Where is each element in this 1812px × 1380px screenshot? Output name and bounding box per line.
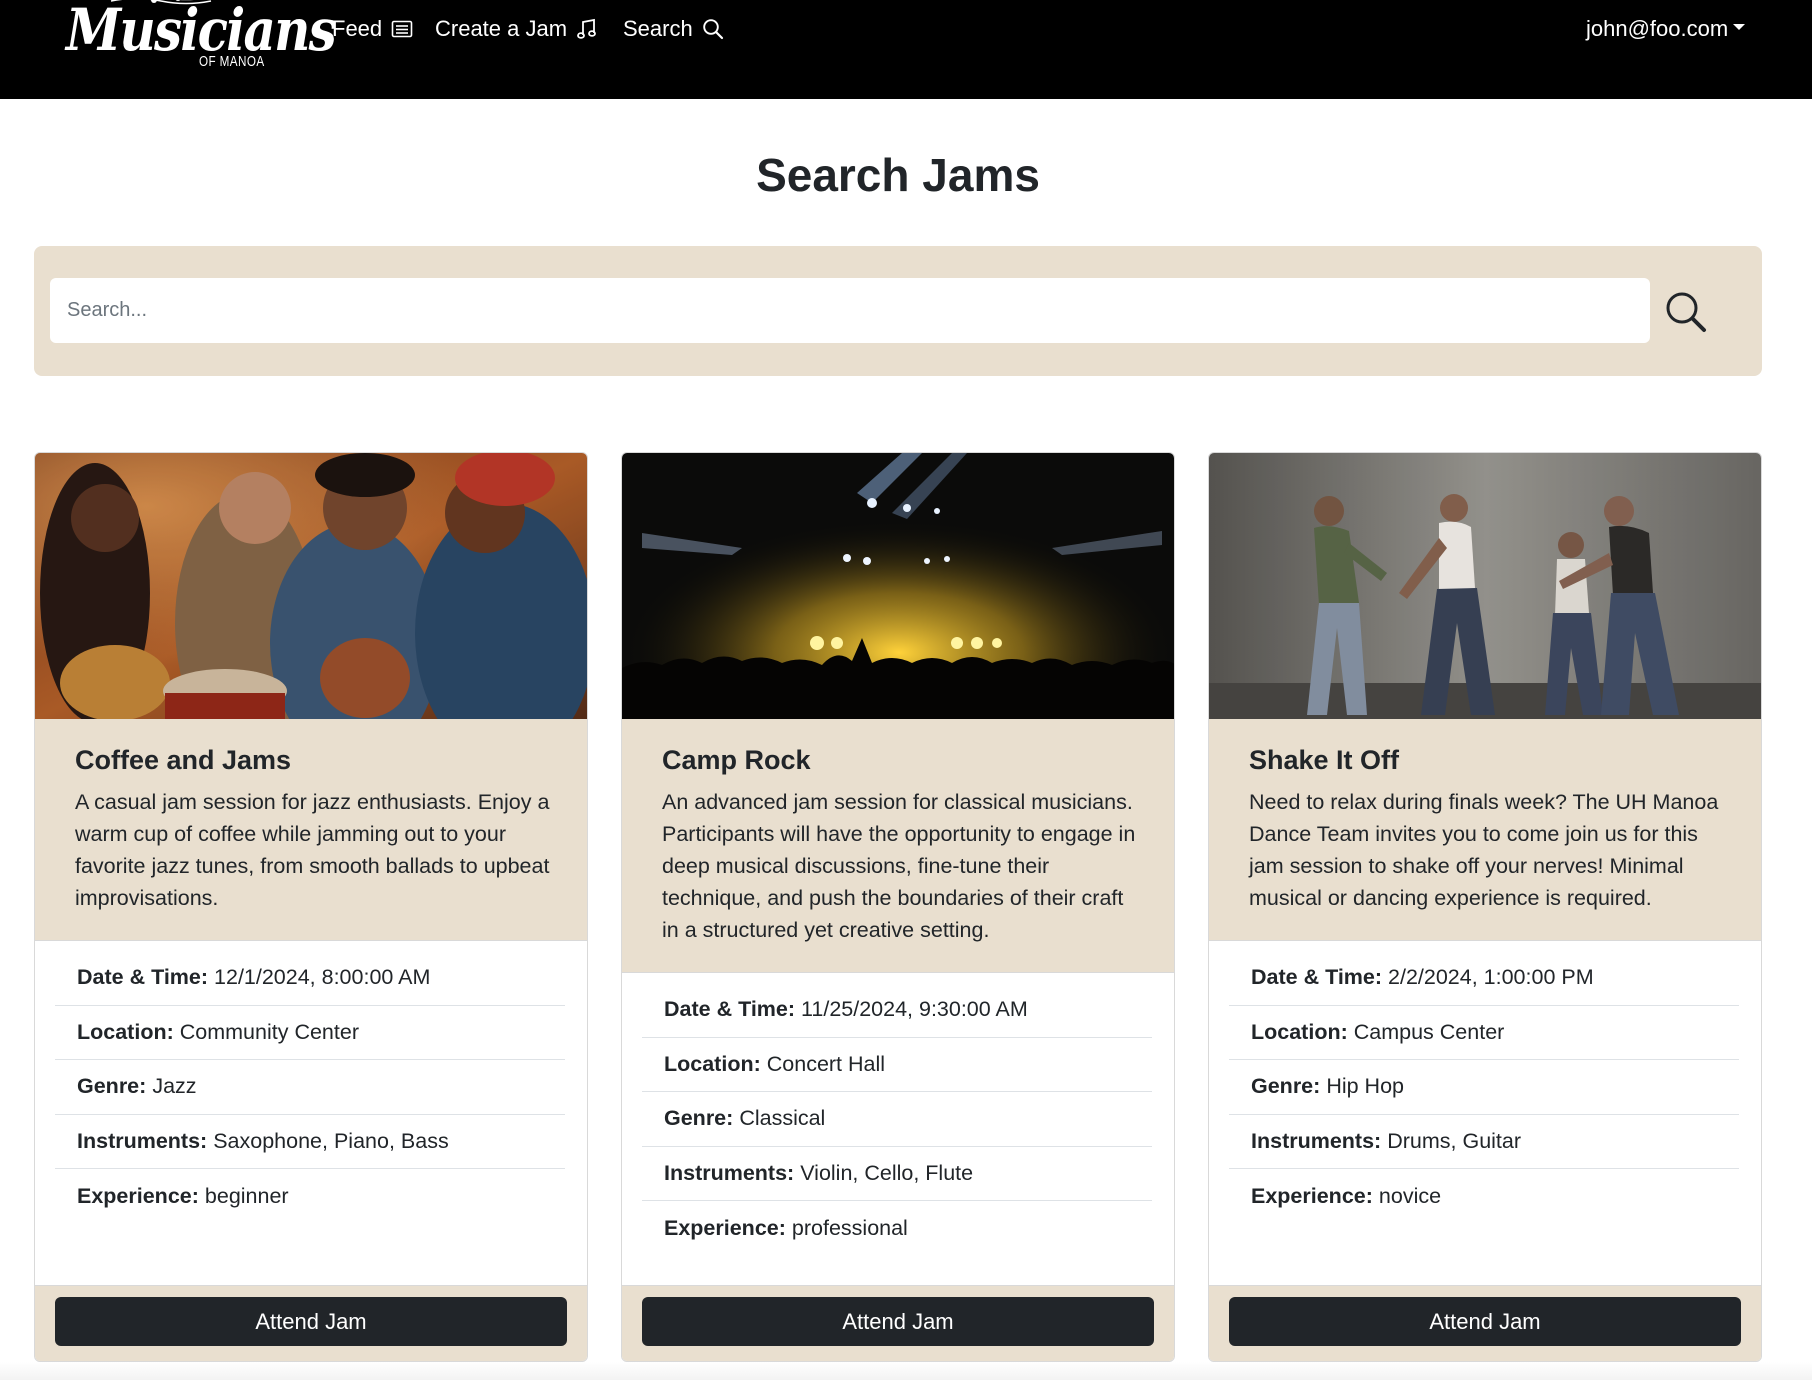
detail-value: 2/2/2024, 1:00:00 PM (1388, 965, 1594, 990)
nav-feed-label: Feed (332, 16, 383, 41)
jam-card-body: Camp Rock An advanced jam session for cl… (622, 719, 1174, 973)
jam-details-list: Date & Time: 2/2/2024, 1:00:00 PM Locatio… (1209, 941, 1761, 1285)
detail-label: Location: (1251, 1019, 1348, 1044)
jam-card: Shake It Off Need to relax during finals… (1208, 452, 1762, 1362)
nav-create-jam-link[interactable]: Create a Jam (435, 12, 598, 46)
detail-value: beginner (204, 1183, 289, 1208)
brand-logo[interactable]: Musicians OF MANOA (66, 0, 337, 76)
jam-detail-instruments: Instruments: Drums, Guitar (1229, 1115, 1739, 1169)
navbar: Musicians OF MANOA Feed Create a Jam Sea… (0, 0, 1812, 99)
detail-value: Violin, Cello, Flute (800, 1160, 974, 1185)
user-menu-dropdown[interactable]: john@foo.com (1586, 12, 1746, 46)
detail-value: Hip Hop (1326, 1074, 1404, 1099)
attend-jam-button[interactable]: Attend Jam (642, 1297, 1154, 1346)
detail-label: Genre: (1251, 1074, 1321, 1099)
detail-label: Experience: (664, 1215, 786, 1240)
jam-detail-datetime: Date & Time: 2/2/2024, 1:00:00 PM (1229, 951, 1739, 1006)
search-icon (702, 18, 724, 40)
jam-detail-datetime: Date & Time: 11/25/2024, 9:30:00 AM (642, 983, 1152, 1038)
detail-label: Genre: (664, 1106, 734, 1131)
page-bottom-edge (0, 1362, 1812, 1380)
detail-label: Experience: (1251, 1183, 1373, 1208)
jam-detail-location: Location: Community Center (55, 1006, 565, 1060)
jam-detail-instruments: Instruments: Saxophone, Piano, Bass (55, 1115, 565, 1169)
detail-label: Experience: (77, 1183, 199, 1208)
detail-value: novice (1378, 1183, 1442, 1208)
nav-search-link[interactable]: Search (623, 12, 724, 46)
jam-card-footer: Attend Jam (622, 1285, 1174, 1361)
brand-subtitle: OF MANOA (199, 53, 265, 70)
detail-value: Jazz (152, 1074, 197, 1099)
jam-description: A casual jam session for jazz enthusiast… (75, 790, 550, 910)
jam-detail-genre: Genre: Jazz (55, 1060, 565, 1115)
jam-image (622, 453, 1174, 719)
caret-down-icon (1733, 24, 1746, 30)
jam-detail-instruments: Instruments: Violin, Cello, Flute (642, 1147, 1152, 1201)
music-note-icon (576, 18, 598, 40)
nav-create-label: Create a Jam (435, 16, 568, 41)
search-icon (1666, 292, 1706, 332)
detail-label: Date & Time: (1251, 965, 1383, 990)
detail-value: professional (791, 1215, 908, 1240)
nav-feed-link[interactable]: Feed (332, 12, 413, 46)
jam-details-list: Date & Time: 12/1/2024, 8:00:00 AM Locati… (35, 941, 587, 1285)
detail-value: Drums, Guitar (1387, 1128, 1522, 1153)
jam-card: Camp Rock An advanced jam session for cl… (621, 452, 1175, 1362)
jam-image (35, 453, 587, 719)
jam-detail-location: Location: Campus Center (1229, 1006, 1739, 1060)
attend-jam-button[interactable]: Attend Jam (55, 1297, 567, 1346)
search-input[interactable] (50, 278, 1650, 343)
nav-search-label: Search (623, 16, 693, 41)
detail-value: Campus Center (1353, 1019, 1505, 1044)
search-panel (34, 246, 1762, 376)
attend-jam-button[interactable]: Attend Jam (1229, 1297, 1741, 1346)
detail-label: Date & Time: (664, 997, 796, 1022)
jam-card: Coffee and Jams A casual jam session for… (34, 452, 588, 1362)
jam-title: Coffee and Jams (75, 745, 292, 775)
jam-detail-experience: Experience: professional (642, 1201, 1152, 1256)
search-button[interactable] (1656, 282, 1716, 342)
jam-detail-genre: Genre: Classical (642, 1092, 1152, 1147)
detail-label: Genre: (77, 1074, 147, 1099)
jam-card-body: Shake It Off Need to relax during finals… (1209, 719, 1761, 941)
detail-label: Date & Time: (77, 965, 209, 990)
jam-description: Need to relax during finals week? The UH… (1249, 790, 1719, 910)
jam-detail-location: Location: Concert Hall (642, 1038, 1152, 1092)
detail-label: Instruments: (664, 1160, 795, 1185)
detail-value: Concert Hall (766, 1051, 886, 1076)
jam-card-footer: Attend Jam (35, 1285, 587, 1361)
detail-value: 12/1/2024, 8:00:00 AM (214, 965, 431, 990)
user-email: john@foo.com (1586, 16, 1729, 41)
jam-detail-genre: Genre: Hip Hop (1229, 1060, 1739, 1115)
detail-value: Classical (739, 1106, 826, 1131)
detail-label: Location: (664, 1051, 761, 1076)
page-title: Search Jams (756, 149, 1040, 201)
jam-card-body: Coffee and Jams A casual jam session for… (35, 719, 587, 941)
detail-value: 11/25/2024, 9:30:00 AM (801, 997, 1028, 1022)
jam-title: Camp Rock (662, 745, 811, 775)
detail-label: Location: (77, 1019, 174, 1044)
jam-detail-experience: Experience: beginner (55, 1169, 565, 1224)
detail-label: Instruments: (1251, 1128, 1382, 1153)
detail-label: Instruments: (77, 1128, 208, 1153)
jam-card-footer: Attend Jam (1209, 1285, 1761, 1361)
newspaper-icon (391, 19, 413, 39)
jam-image (1209, 453, 1761, 719)
jam-title: Shake It Off (1249, 745, 1400, 775)
jam-details-list: Date & Time: 11/25/2024, 9:30:00 AM Locat… (622, 973, 1174, 1285)
detail-value: Community Center (179, 1019, 359, 1044)
detail-value: Saxophone, Piano, Bass (213, 1128, 449, 1153)
jam-detail-datetime: Date & Time: 12/1/2024, 8:00:00 AM (55, 951, 565, 1006)
jam-detail-experience: Experience: novice (1229, 1169, 1739, 1224)
jam-description: An advanced jam session for classical mu… (662, 790, 1136, 942)
